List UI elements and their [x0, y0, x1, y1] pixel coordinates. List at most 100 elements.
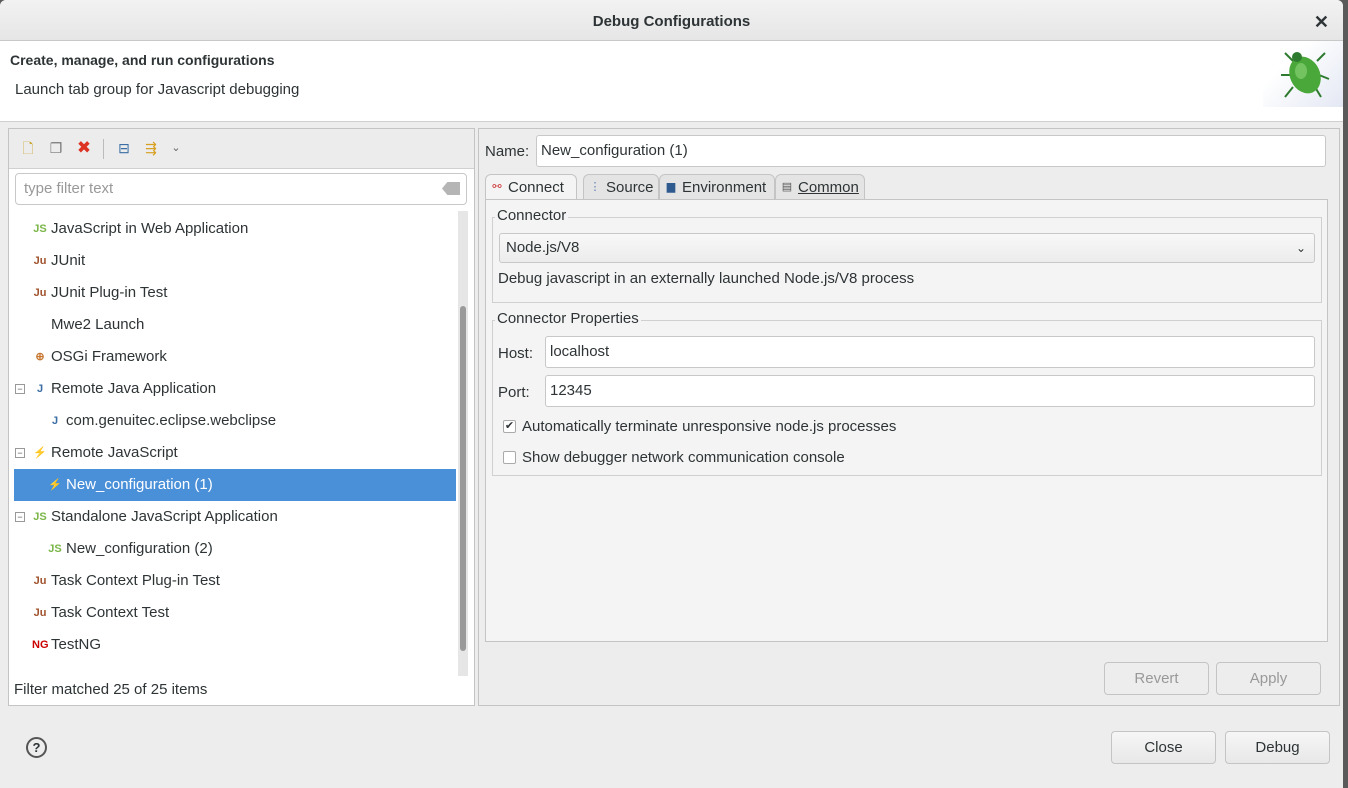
debug-configurations-dialog: Debug Configurations ✕ Create, manage, a…	[0, 0, 1343, 788]
new-config-icon[interactable]: 🗋	[19, 139, 37, 157]
tree-toolbar: 🗋 ❐ ✖ ⊟ ⇶ ⌄	[9, 129, 474, 169]
revert-button[interactable]: Revert	[1104, 662, 1209, 695]
tree-item-label: Mwe2 Launch	[51, 316, 145, 333]
properties-group-label: Connector Properties	[495, 310, 641, 327]
close-icon[interactable]: ✕	[1314, 0, 1329, 44]
configuration-editor: Name: New_configuration (1) ⚯ Connect ⋮ So…	[478, 128, 1340, 706]
connector-description: Debug javascript in an externally launch…	[498, 270, 915, 287]
config-type-icon: ⊕	[35, 351, 45, 363]
header-title: Create, manage, and run configurations	[10, 52, 275, 68]
config-type-icon: ⚡	[33, 447, 47, 459]
header-subtitle: Launch tab group for Javascript debuggin…	[15, 81, 300, 98]
bug-icon	[1263, 41, 1343, 107]
tab-label: Source	[606, 179, 654, 196]
tree-item[interactable]: Ju JUnit Plug-in Test	[14, 277, 456, 309]
scrollbar-thumb[interactable]	[460, 306, 466, 651]
environment-icon: ▆	[666, 181, 676, 193]
dialog-header: Create, manage, and run configurations L…	[0, 41, 1343, 122]
close-button[interactable]: Close	[1111, 731, 1216, 764]
port-input[interactable]: 12345	[545, 375, 1315, 407]
port-label: Port:	[498, 384, 530, 401]
name-label: Name:	[485, 143, 530, 160]
tree-scrollbar[interactable]	[458, 211, 468, 676]
toolbar-separator	[103, 139, 104, 159]
collapse-toggle-icon[interactable]: −	[15, 384, 25, 394]
tree-item[interactable]: ⊕ OSGi Framework	[14, 341, 456, 373]
tree-item-label: New_configuration (1)	[66, 476, 213, 493]
config-type-icon: JS	[48, 543, 62, 555]
show-console-checkbox[interactable]	[503, 451, 516, 464]
tree-item[interactable]: − J Remote Java Application	[14, 373, 456, 405]
clear-filter-icon[interactable]	[442, 182, 460, 195]
duplicate-icon[interactable]: ❐	[47, 139, 65, 157]
apply-button[interactable]: Apply	[1216, 662, 1321, 695]
delete-icon[interactable]: ✖	[75, 139, 93, 157]
tree-item-label: New_configuration (2)	[66, 540, 213, 557]
tree-item[interactable]: ⚡ New_configuration (1)	[14, 469, 456, 501]
tree-item[interactable]: JS New_configuration (2)	[14, 533, 456, 565]
tree-item[interactable]: Ju Task Context Test	[14, 597, 456, 629]
help-icon[interactable]: ?	[26, 737, 47, 758]
filter-status: Filter matched 25 of 25 items	[14, 681, 208, 698]
tab-environment[interactable]: ▆ Environment	[659, 174, 775, 200]
tab-label: Environment	[682, 179, 767, 196]
filter-icon[interactable]: ⇶	[142, 139, 160, 157]
host-label: Host:	[498, 345, 534, 362]
connector-select[interactable]: Node.js/V8 ⌄	[499, 233, 1315, 263]
connector-group-label: Connector	[495, 207, 569, 224]
config-type-icon: ⚡	[48, 479, 62, 491]
title-bar: Debug Configurations ✕	[0, 0, 1343, 41]
name-input[interactable]: New_configuration (1)	[536, 135, 1326, 167]
tab-connect[interactable]: ⚯ Connect	[485, 174, 577, 200]
source-icon: ⋮	[589, 181, 601, 193]
common-icon: ▤	[781, 181, 793, 193]
tree-item[interactable]: − JS Standalone JavaScript Application	[14, 501, 456, 533]
tab-label: Common	[798, 179, 859, 196]
tree-item[interactable]: Jcom.genuitec.eclipse.webclipse	[14, 405, 456, 437]
config-type-icon: Ju	[33, 607, 47, 619]
filter-placeholder: type filter text	[24, 180, 114, 197]
host-input[interactable]: localhost	[545, 336, 1315, 368]
dropdown-chevron-icon[interactable]: ⌄	[167, 139, 185, 157]
tree-item-label: Standalone JavaScript Application	[51, 508, 278, 525]
debug-button[interactable]: Debug	[1225, 731, 1330, 764]
config-type-icon: NG	[32, 639, 49, 651]
collapse-toggle-icon[interactable]: −	[15, 448, 25, 458]
config-type-icon: JS	[33, 511, 47, 523]
collapse-toggle-icon[interactable]: −	[15, 512, 25, 522]
tree-item-label: TestNG	[51, 636, 102, 653]
tree-item[interactable]: Ju JUnit	[14, 245, 456, 277]
tree-item-label: com.genuitec.eclipse.webclipse	[66, 412, 277, 429]
config-type-icon: Ju	[33, 287, 47, 299]
tree-item[interactable]: − ⚡ Remote JavaScript	[14, 437, 456, 469]
connector-group: Connector Node.js/V8 ⌄ Debug javascript i…	[492, 207, 1322, 303]
config-type-icon: JS	[33, 223, 47, 235]
connect-tab-content: Connector Node.js/V8 ⌄ Debug javascript i…	[485, 199, 1328, 642]
tree-item[interactable]: Mwe2 Launch	[14, 309, 456, 341]
chevron-down-icon: ⌄	[1295, 241, 1306, 255]
config-type-icon: Ju	[33, 255, 47, 267]
tab-common[interactable]: ▤ Common	[775, 174, 865, 200]
tree-item[interactable]: NG TestNG	[14, 629, 456, 661]
tree-item-label: Remote JavaScript	[51, 444, 178, 461]
tree-item-label: JavaScript in Web Application	[51, 220, 249, 237]
filter-input[interactable]: type filter text	[15, 173, 467, 205]
tree-item[interactable]: Ju Task Context Plug-in Test	[14, 565, 456, 597]
auto-terminate-label: Automatically terminate unresponsive nod…	[522, 418, 897, 435]
tree-item-label: Task Context Test	[51, 604, 170, 621]
tree-item-label: OSGi Framework	[51, 348, 167, 365]
tree-item[interactable]: JS JavaScript in Web Application	[14, 213, 456, 245]
configuration-tree-panel: 🗋 ❐ ✖ ⊟ ⇶ ⌄ type filter text JS JavaScrip…	[8, 128, 475, 706]
auto-terminate-checkbox[interactable]: ✔	[503, 420, 516, 433]
connect-icon: ⚯	[492, 181, 502, 193]
connector-selected: Node.js/V8	[506, 239, 580, 256]
tree-item-label: Remote Java Application	[51, 380, 217, 397]
show-console-label: Show debugger network communication cons…	[522, 449, 845, 466]
config-type-icon: Ju	[33, 575, 47, 587]
configuration-tree: JS JavaScript in Web Application Ju JUnit Ju…	[9, 211, 459, 676]
tab-label: Connect	[508, 179, 564, 196]
collapse-all-icon[interactable]: ⊟	[115, 139, 133, 157]
tree-item-label: Task Context Plug-in Test	[51, 572, 220, 589]
tab-source[interactable]: ⋮ Source	[583, 174, 659, 200]
tree-item-label: JUnit Plug-in Test	[51, 284, 168, 301]
